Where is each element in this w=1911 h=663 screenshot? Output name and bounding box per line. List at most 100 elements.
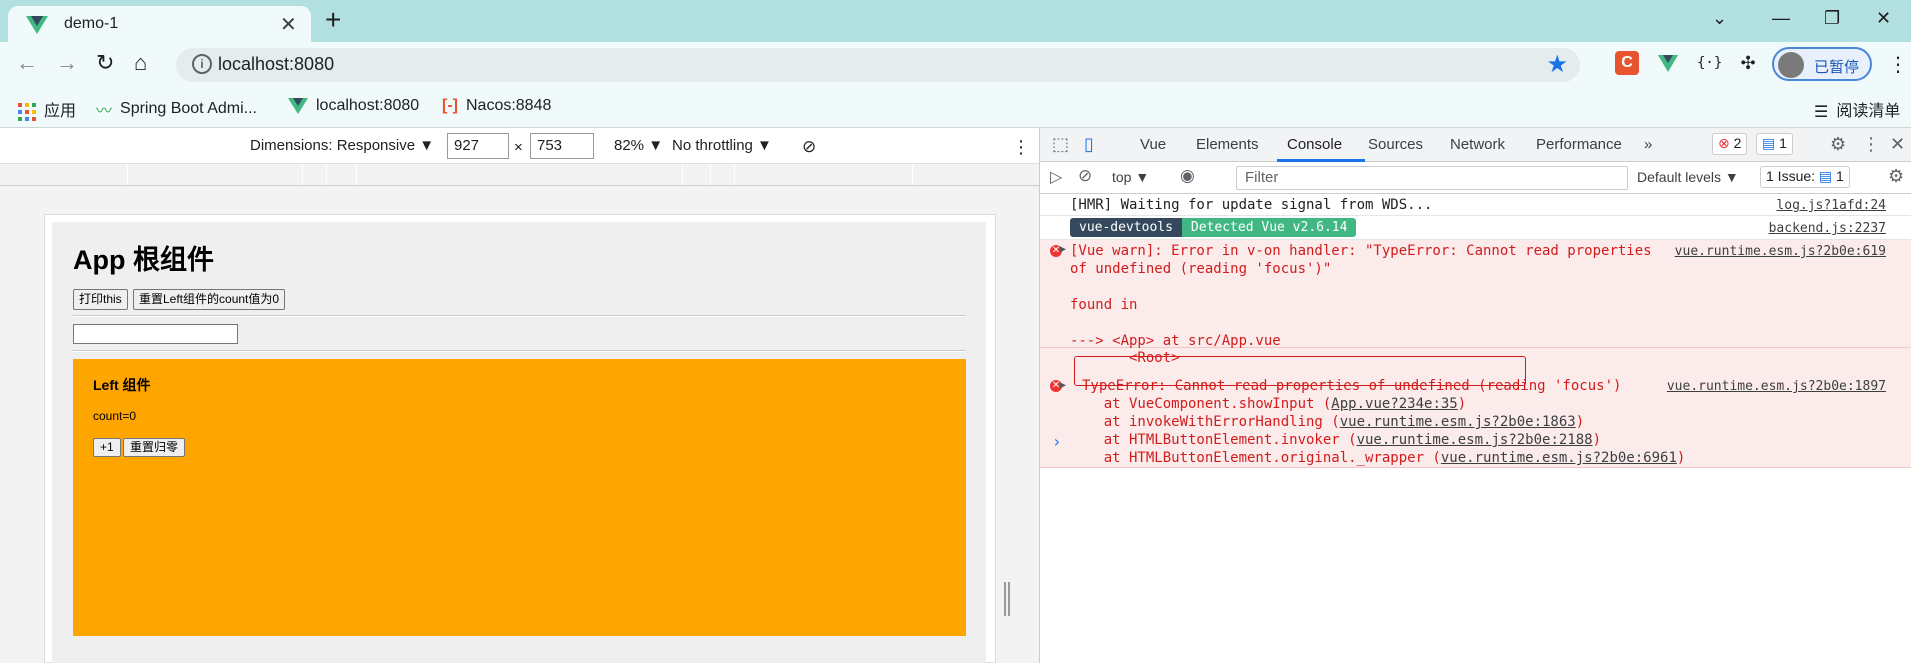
restore-icon[interactable]: ❐: [1824, 8, 1840, 29]
app-text-input[interactable]: [73, 324, 238, 344]
error-icon: ⊗: [1718, 135, 1730, 151]
device-menu-icon[interactable]: ⋮: [1012, 137, 1030, 158]
bookmark-label: localhost:8080: [316, 97, 420, 114]
bookmark-label: Spring Boot Admi...: [120, 100, 257, 118]
tab-elements[interactable]: Elements: [1196, 136, 1259, 153]
bookmark-apps[interactable]: 应用: [18, 97, 76, 121]
stack-link[interactable]: App.vue?234e:35: [1331, 396, 1457, 412]
clear-console-icon[interactable]: ⊘: [1078, 166, 1092, 186]
issues-button[interactable]: 1 Issue: ▤ 1: [1760, 166, 1850, 188]
console-prompt-icon[interactable]: ›: [1052, 432, 1062, 451]
print-this-button[interactable]: 打印this: [73, 289, 128, 310]
issues-label: 1 Issue:: [1766, 168, 1816, 184]
extensions-puzzle-icon[interactable]: ✣: [1736, 51, 1760, 75]
back-icon[interactable]: ←: [16, 50, 38, 76]
device-toggle-icon[interactable]: ▯: [1084, 134, 1094, 155]
ruler-segment: [710, 164, 711, 185]
home-icon[interactable]: ⌂: [134, 50, 147, 76]
profile-button[interactable]: 已暂停: [1772, 47, 1872, 81]
stack-text: at HTMLButtonElement.original._wrapper (: [1070, 450, 1441, 466]
vue-version-label: Detected Vue v2.6.14: [1181, 218, 1357, 237]
close-devtools-icon[interactable]: ✕: [1890, 134, 1905, 155]
rotate-icon[interactable]: ⊘: [802, 137, 816, 157]
stack-link[interactable]: vue.runtime.esm.js?2b0e:2188: [1357, 432, 1593, 448]
forward-icon[interactable]: →: [56, 50, 78, 76]
stack-link[interactable]: vue.runtime.esm.js?2b0e:1863: [1340, 414, 1576, 430]
ruler-segment: [682, 164, 683, 185]
stack-link[interactable]: vue.runtime.esm.js?2b0e:6961: [1441, 450, 1677, 466]
settings-gear-icon[interactable]: ⚙: [1830, 134, 1846, 155]
more-tabs-button[interactable]: »: [1644, 136, 1652, 153]
reset-left-count-button[interactable]: 重置Left组件的count值为0: [133, 289, 286, 310]
error-highlight-box: [1074, 356, 1526, 386]
reload-icon[interactable]: ↻: [96, 50, 114, 76]
browser-tab[interactable]: demo-1 ✕: [8, 6, 311, 42]
bookmark-nacos[interactable]: [-] Nacos:8848: [442, 97, 551, 115]
expand-arrow-icon[interactable]: ▶: [1060, 244, 1066, 255]
bookmark-spring-boot-admin[interactable]: 〰 Spring Boot Admi...: [96, 97, 257, 121]
bookmark-label: 应用: [44, 103, 77, 120]
address-bar[interactable]: i localhost:8080 ★: [176, 48, 1580, 82]
site-info-icon[interactable]: i: [192, 54, 212, 74]
bookmark-label: Nacos:8848: [465, 97, 552, 115]
console-settings-icon[interactable]: ⚙: [1888, 166, 1904, 187]
inspect-element-icon[interactable]: ⬚: [1052, 134, 1069, 155]
tab-sources[interactable]: Sources: [1368, 136, 1423, 153]
source-link[interactable]: vue.runtime.esm.js?2b0e:619: [1675, 244, 1886, 259]
dimensions-select[interactable]: Dimensions: Responsive ▼: [250, 137, 434, 154]
error-count-badge[interactable]: ⊗ 2: [1712, 133, 1748, 155]
stack-end: ): [1676, 450, 1686, 466]
ruler-segment: [302, 164, 303, 185]
source-link[interactable]: vue.runtime.esm.js?2b0e:1897: [1667, 379, 1886, 394]
viewport-resize-handle[interactable]: [1004, 582, 1010, 616]
reading-list[interactable]: ☰ 阅读清单: [1814, 97, 1900, 122]
tab-console[interactable]: Console: [1287, 136, 1342, 153]
tab-title: demo-1: [64, 15, 119, 32]
throttling-select[interactable]: No throttling ▼: [672, 137, 772, 154]
tab-vue[interactable]: Vue: [1140, 136, 1166, 153]
minimize-icon[interactable]: —: [1772, 8, 1790, 29]
expand-arrow-icon[interactable]: ▶: [1060, 380, 1066, 391]
width-input[interactable]: 927: [447, 133, 509, 159]
window-close-icon[interactable]: ✕: [1876, 8, 1891, 29]
plus-one-button[interactable]: +1: [93, 438, 121, 457]
bookmark-star-icon[interactable]: ★: [1546, 50, 1568, 79]
bookmarks-bar: 应用 〰 Spring Boot Admi... localhost:8080 […: [0, 88, 1911, 128]
tab-network[interactable]: Network: [1450, 136, 1505, 153]
console-message: vue-devtools Detected Vue v2.6.14 backend…: [1040, 216, 1911, 240]
filter-input[interactable]: Filter: [1236, 166, 1628, 190]
url-text: localhost:8080: [218, 54, 335, 74]
left-component-title: Left 组件: [93, 377, 151, 393]
vue-devtools-extension-icon[interactable]: [1656, 51, 1680, 75]
devtools-tab-bar: ⬚ ▯ Vue Elements Console Sources Network…: [1040, 128, 1911, 162]
close-tab-icon[interactable]: ✕: [280, 12, 297, 37]
json-extension-icon[interactable]: {·}: [1697, 51, 1722, 75]
tab-strip: demo-1 ✕ + ⌄ — ❐ ✕: [0, 0, 1911, 42]
nacos-icon: [-]: [442, 97, 458, 114]
console-error-vue-warn: ✕ ▶ [Vue warn]: Error in v-on handler: "…: [1040, 240, 1911, 349]
tab-performance[interactable]: Performance: [1536, 136, 1622, 153]
source-link[interactable]: backend.js:2237: [1769, 221, 1886, 236]
console-message: [HMR] Waiting for update signal from WDS…: [1040, 194, 1911, 216]
stack-frame: at HTMLButtonElement.invoker (vue.runtim…: [1070, 432, 1601, 448]
source-link[interactable]: log.js?1afd:24: [1776, 198, 1886, 213]
count-text: count=0: [93, 409, 137, 423]
tab-search-icon[interactable]: ⌄: [1712, 8, 1727, 29]
context-select[interactable]: top ▼: [1112, 169, 1149, 185]
browser-menu-icon[interactable]: ⋮: [1888, 52, 1908, 77]
info-count-badge[interactable]: ▤ 1: [1756, 133, 1793, 155]
new-tab-button[interactable]: +: [325, 4, 341, 36]
height-input[interactable]: 753: [530, 133, 594, 159]
devtools-menu-icon[interactable]: ⋮: [1862, 134, 1880, 155]
reset-zero-button[interactable]: 重置归零: [123, 438, 186, 457]
extension-c-icon[interactable]: C: [1615, 51, 1639, 75]
browser-toolbar: ← → ↻ ⌂ i localhost:8080 ★ C {·} ✣ 已暂停 ⋮: [0, 42, 1911, 88]
warn-line: found in: [1070, 297, 1138, 313]
live-expression-eye-icon[interactable]: ◉: [1180, 166, 1195, 186]
bookmark-localhost[interactable]: localhost:8080: [288, 97, 419, 115]
sidebar-toggle-icon[interactable]: ▷: [1050, 167, 1062, 187]
zoom-select[interactable]: 82% ▼: [614, 137, 663, 154]
console-output: [HMR] Waiting for update signal from WDS…: [1040, 194, 1911, 663]
log-levels-select[interactable]: Default levels ▼: [1637, 169, 1739, 185]
stack-text: at invokeWithErrorHandling (: [1070, 414, 1340, 430]
